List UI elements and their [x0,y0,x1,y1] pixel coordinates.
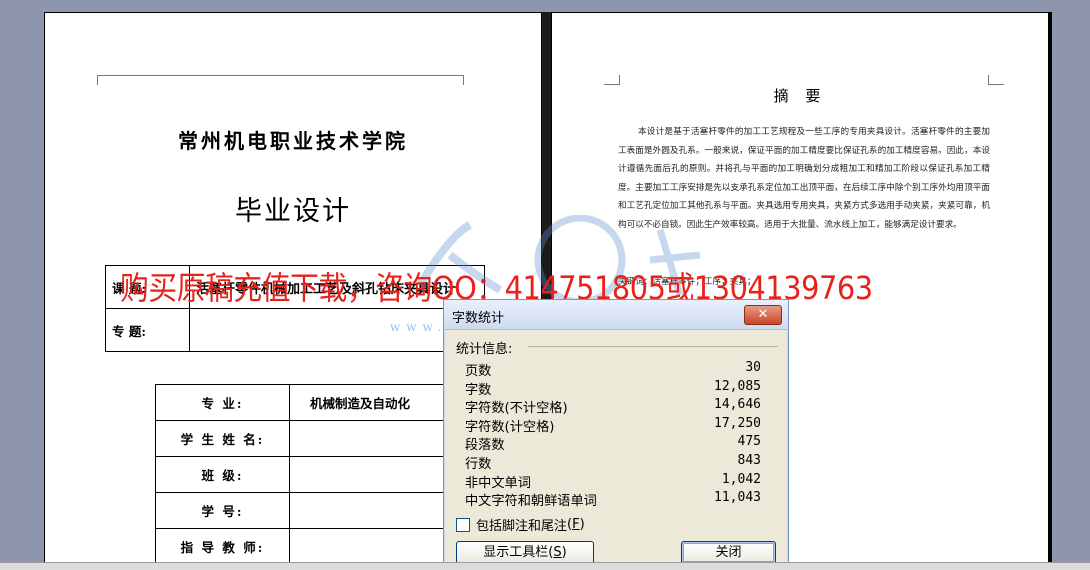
show-toolbar-label: 显示工具栏 [483,545,549,560]
stats-list: 页数 30 字数 12,085 字符数(不计空格) 14,646 字符数(计空格) 17… [465,360,761,509]
dialog-title: 字数统计 [452,311,505,326]
horizontal-scrollbar[interactable] [0,562,1090,570]
hotkey: F [572,517,580,532]
major-value: 机械制造及自动化 [289,384,455,421]
school-name: 常州机电职业技术学院 [178,129,408,153]
stat-value: 11,043 [714,490,761,506]
stat-row-chars-with-spaces: 字符数(计空格) 17,250 [465,416,761,435]
stat-value: 1,042 [721,471,761,487]
include-footnotes-label: 包括脚注和尾注 [476,519,568,534]
major-label: 专 业: [155,384,290,421]
student-name-value [289,420,455,457]
stat-label: 段落数 [465,438,505,454]
close-icon[interactable]: ✕ [744,305,782,325]
subtopic-label: 专 题: [105,308,190,352]
stat-label: 中文字符和朝鲜语单词 [465,494,597,510]
class-label: 班 级: [155,456,290,493]
stat-value: 843 [737,452,761,468]
stat-label: 行数 [465,456,492,472]
header-line [113,75,448,76]
advisor-value [289,528,455,565]
student-name-label: 学 生 姓 名: [155,420,290,457]
student-id-label: 学 号: [155,492,290,529]
stat-label: 字符数(计空格) [465,419,555,435]
stat-value: 17,250 [714,415,761,431]
divider [528,346,778,347]
crop-mark [988,75,1004,85]
stats-header: 统计信息: [456,342,513,357]
table-row: 学 号: [155,492,455,529]
stat-value: 30 [745,360,761,375]
student-info-table: 专 业: 机械制造及自动化 学 生 姓 名: 班 级: 学 号: 指 导 教 师: [155,384,455,565]
stat-row-chars-no-spaces: 字符数(不计空格) 14,646 [465,397,761,416]
stat-row-non-chinese-words: 非中文单词 1,042 [465,472,761,491]
stat-value: 14,646 [714,397,761,413]
stat-label: 字符数(不计空格) [465,401,568,417]
stat-value: 475 [737,434,761,450]
hotkey: S [553,545,562,560]
stat-row-cjk-words: 中文字符和朝鲜语单词 11,043 [465,490,761,509]
stat-label: 字数 [465,382,492,398]
crop-mark [448,75,464,85]
include-footnotes-checkbox[interactable] [456,517,470,532]
word-count-dialog[interactable]: 字数统计 ✕ 统计信息: 页数 30 字数 12,085 字符数(不计空格) 14,6… [443,299,789,570]
stat-row-paragraphs: 段落数 475 [465,434,761,453]
dialog-titlebar[interactable]: 字数统计 ✕ [444,300,788,330]
table-row: 专 业: 机械制造及自动化 [155,384,455,421]
table-row: 学 生 姓 名: [155,420,455,457]
abstract-title: 摘 要 [773,87,827,105]
crop-mark [97,75,113,85]
stat-label: 非中文单词 [465,475,531,491]
student-id-value [289,492,455,529]
stat-row-lines: 行数 843 [465,453,761,472]
stat-row-pages: 页数 30 [465,360,761,379]
stat-row-words: 字数 12,085 [465,379,761,398]
show-toolbar-button[interactable]: 显示工具栏(S) [456,541,594,564]
stat-label: 页数 [465,364,492,379]
table-row: 指 导 教 师: [155,528,455,565]
class-value [289,456,455,493]
page-gutter [1049,12,1052,570]
table-row: 班 级: [155,456,455,493]
advisor-label: 指 导 教 师: [155,528,290,565]
stat-value: 12,085 [714,378,761,394]
close-button[interactable]: 关闭 [681,541,776,564]
include-footnotes-option[interactable]: 包括脚注和尾注(F) [456,515,585,534]
crop-mark [604,75,620,85]
